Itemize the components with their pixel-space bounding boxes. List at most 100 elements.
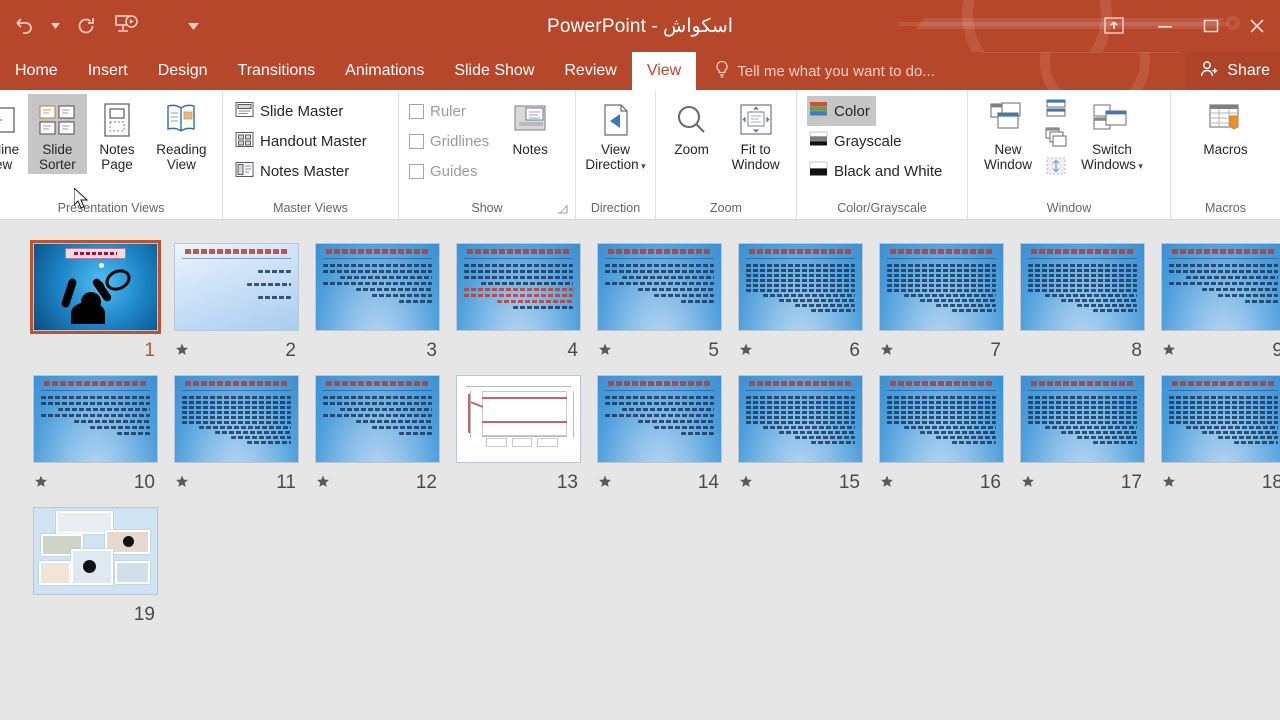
animation-star-icon[interactable] [598,475,612,489]
animation-star-icon[interactable] [880,475,894,489]
slide-thumbnail-2[interactable]: 2 [166,240,307,362]
share-button[interactable]: Share [1186,52,1280,90]
slide-thumb-frame[interactable] [594,372,725,466]
slide-thumbnail-3[interactable]: 3 [307,240,448,362]
slide-thumbnail-14[interactable]: 14 [589,372,730,494]
move-split-icon[interactable] [1044,155,1068,182]
animation-star-icon[interactable] [175,475,189,489]
slide-thumbnail-10[interactable]: 10 [25,372,166,494]
animation-star-icon[interactable] [1162,343,1176,357]
slide-thumb-frame[interactable] [735,372,866,466]
slide-sorter-canvas[interactable]: 9 8 7 6 5 4 3 2 1 18 17 16 15 14 13 12 11 10 19 [0,220,1280,720]
slide-thumbnail-7[interactable]: 7 [871,240,1012,362]
slide-thumb-frame[interactable] [453,372,584,466]
undo-icon[interactable] [4,6,44,46]
slide-thumb-frame[interactable] [171,372,302,466]
ribbon-button-zoom[interactable]: Zoom [662,94,721,159]
checkbox-ruler[interactable]: Ruler [407,96,495,126]
undo-dropdown-chevron-down-icon[interactable] [44,6,66,46]
show-dialog-launcher[interactable] [557,202,569,214]
animation-star-icon[interactable] [739,475,753,489]
ribbon-display-options-icon[interactable] [1086,0,1142,52]
ribbon-button-notes-page[interactable]: Notes Page [87,94,147,174]
tab-home[interactable]: Home [0,52,73,90]
cascade-icon[interactable] [1044,126,1068,153]
slide-thumbnail-9[interactable]: 9 [1153,240,1280,362]
animation-star-icon[interactable] [1162,475,1176,489]
slide-thumb-frame[interactable] [1017,372,1148,466]
ribbon-button-outline-view[interactable]: Outline View [0,94,28,174]
ruler-checkbox-box[interactable] [409,103,424,119]
slide-thumb-frame[interactable] [876,372,1007,466]
tab-design[interactable]: Design [143,52,223,90]
close-icon[interactable] [1234,0,1280,52]
tab-insert[interactable]: Insert [73,52,143,90]
tell-me-search[interactable]: Tell me what you want to do... [696,52,947,90]
tab-animations[interactable]: Animations [330,52,439,90]
animation-star-icon[interactable] [739,343,753,357]
ribbon-button-notes-master[interactable]: Notes Master [233,156,355,186]
slide-thumb-frame[interactable] [453,240,584,334]
minimize-icon[interactable] [1142,0,1188,52]
slide-thumbnail-13[interactable]: 13 [448,372,589,494]
restore-icon[interactable] [1188,0,1234,52]
slide-thumb-frame[interactable] [30,504,161,598]
slide-thumb-frame[interactable] [594,240,725,334]
chevron-down-icon[interactable]: ▾ [639,161,646,171]
checkbox-gridlines[interactable]: Gridlines [407,126,495,156]
chevron-down-icon[interactable]: ▾ [1136,161,1143,171]
slide-thumb-frame[interactable] [312,240,443,334]
ribbon-button-black-and-white[interactable]: Black and White [807,156,948,186]
ribbon-button-notes[interactable]: Notes [499,94,561,159]
ribbon-button-new-window[interactable]: New Window [972,94,1044,174]
arrange-all-icon[interactable] [1044,97,1068,124]
ribbon-button-reading-view[interactable]: Reading View [147,94,216,174]
slide-thumb-frame[interactable] [30,372,161,466]
ribbon-button-handout-master[interactable]: Handout Master [233,126,373,156]
ribbon-button-switch-windows[interactable]: Switch Windows ▾ [1076,94,1148,174]
slide-thumb-frame[interactable] [735,240,866,334]
ribbon-button-grayscale[interactable]: Grayscale [807,126,908,156]
slide-thumb-frame[interactable] [1158,240,1280,334]
tab-transitions[interactable]: Transitions [223,52,331,90]
slide-thumb-frame[interactable] [1158,372,1280,466]
animation-star-icon[interactable] [1021,475,1035,489]
slideshow-icon[interactable] [106,6,146,46]
ribbon-button-fit-to-window[interactable]: Fit to Window [721,94,790,174]
animation-star-icon[interactable] [34,475,48,489]
ribbon-button-slide-sorter[interactable]: Slide Sorter [27,94,88,174]
ribbon-button-macros[interactable]: Macros [1190,94,1262,159]
slide-thumbnail-11[interactable]: 11 [166,372,307,494]
slide-thumbnail-8[interactable]: 8 [1012,240,1153,362]
slide-thumb-frame[interactable] [1017,240,1148,334]
ribbon-button-color[interactable]: Color [807,96,876,126]
slide-thumb-frame[interactable] [312,372,443,466]
animation-star-icon[interactable] [880,343,894,357]
slide-thumb-frame[interactable] [30,240,161,334]
ribbon-button-view-direction[interactable]: View Direction ▾ [582,94,649,174]
customize-qat-chevron-down-icon[interactable] [182,6,204,46]
ribbon-button-slide-master[interactable]: Slide Master [233,96,349,126]
tab-review[interactable]: Review [549,52,631,90]
tab-slide-show[interactable]: Slide Show [439,52,549,90]
slide-thumbnail-6[interactable]: 6 [730,240,871,362]
slide-thumbnail-5[interactable]: 5 [589,240,730,362]
slide-thumbnail-16[interactable]: 16 [871,372,1012,494]
slide-thumbnail-15[interactable]: 15 [730,372,871,494]
animation-star-icon[interactable] [598,343,612,357]
slide-thumbnail-4[interactable]: 4 [448,240,589,362]
slide-thumb-frame[interactable] [171,240,302,334]
tab-view[interactable]: View [631,52,697,90]
slide-thumbnail-18[interactable]: 18 [1153,372,1280,494]
slide-thumb-frame[interactable] [876,240,1007,334]
gridlines-checkbox-box[interactable] [409,133,424,149]
animation-star-icon[interactable] [175,343,189,357]
redo-icon[interactable] [66,6,106,46]
slide-thumbnail-12[interactable]: 12 [307,372,448,494]
animation-star-icon[interactable] [316,475,330,489]
checkbox-guides[interactable]: Guides [407,156,495,186]
slide-thumbnail-1[interactable]: 1 [25,240,166,362]
guides-checkbox-box[interactable] [409,163,424,179]
slide-thumbnail-17[interactable]: 17 [1012,372,1153,494]
slide-thumbnail-19[interactable]: 19 [25,504,166,626]
